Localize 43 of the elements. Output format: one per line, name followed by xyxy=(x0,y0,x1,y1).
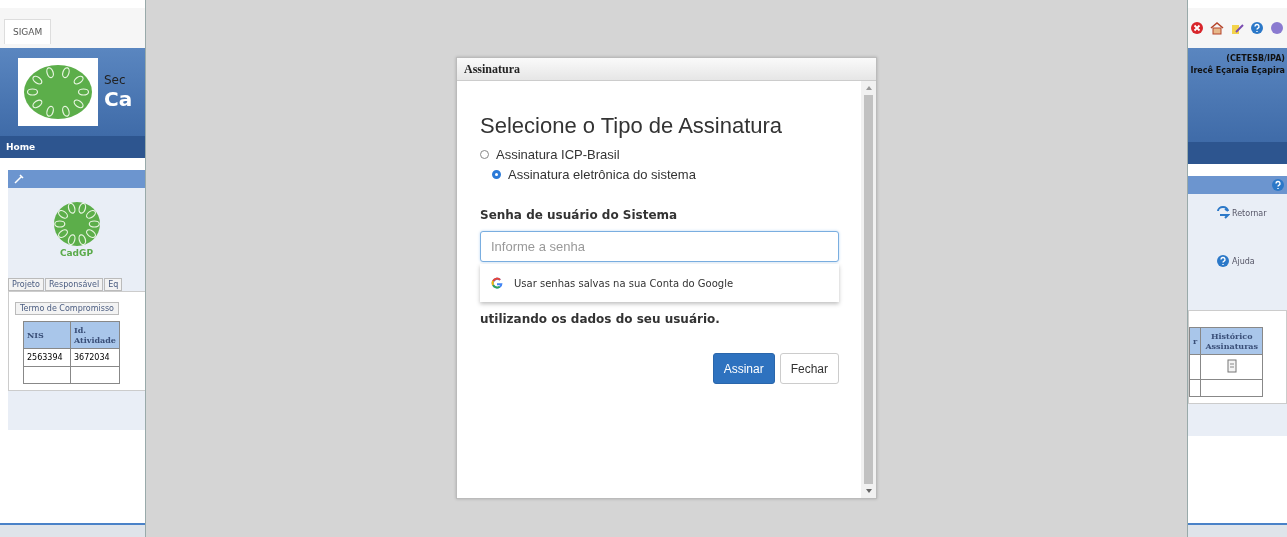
dialog-heading: Selecione o Tipo de Assinatura xyxy=(480,113,784,139)
tab[interactable]: Projeto xyxy=(8,278,44,291)
house-icon[interactable] xyxy=(1210,21,1224,35)
app-tab[interactable]: SIGAM xyxy=(4,19,52,44)
circle-icon[interactable] xyxy=(1270,21,1284,35)
organization-text: (CETESB/IPA) xyxy=(1226,54,1285,63)
scroll-up-icon xyxy=(864,85,873,91)
column-header: NIS xyxy=(23,321,71,349)
header-text: Sec xyxy=(104,73,127,87)
header-title: Ca xyxy=(104,87,133,111)
logo-caption: CadGP xyxy=(59,248,94,258)
action-link[interactable]: Ajuda xyxy=(1216,254,1255,268)
scroll-down-icon xyxy=(864,488,873,494)
dialog-title: Assinatura xyxy=(464,61,520,77)
user-name: Irecê Eçaraia Eçapira xyxy=(1190,66,1285,75)
close-button[interactable]: Fechar xyxy=(779,353,839,384)
tab[interactable]: Termo de Compromisso xyxy=(15,302,119,315)
radio-option[interactable]: Assinatura ICP-Brasil xyxy=(480,147,839,162)
google-icon xyxy=(490,276,504,290)
column-header: r xyxy=(1189,327,1201,355)
column-header: Id. Atividade xyxy=(70,321,120,349)
pencil-icon[interactable] xyxy=(1230,21,1244,35)
help-icon xyxy=(1216,254,1230,268)
field-label: Senha de usuário do Sistema xyxy=(480,208,679,222)
scrollbar-thumb[interactable] xyxy=(864,95,873,484)
scrollbar[interactable] xyxy=(861,81,876,498)
help-icon[interactable] xyxy=(1250,21,1264,35)
radio-option[interactable]: Assinatura eletrônica do sistema xyxy=(480,167,839,182)
tab[interactable]: Responsável xyxy=(44,278,104,291)
password-field[interactable]: Informe a senha xyxy=(480,231,839,262)
close-icon[interactable] xyxy=(1190,21,1204,35)
column-header: Histórico Assinaturas xyxy=(1200,327,1263,355)
help-icon xyxy=(1271,178,1285,192)
sign-button[interactable]: Assinar xyxy=(712,353,775,384)
radio-button[interactable] xyxy=(492,170,501,179)
autofill-suggestion[interactable]: Usar senhas salvas na sua Conta do Google xyxy=(480,264,839,302)
document-icon xyxy=(1225,359,1238,373)
nav-link[interactable]: Home xyxy=(6,142,36,152)
action-link[interactable]: Retornar xyxy=(1216,206,1267,220)
instruction-text: utilizando os dados do seu usuário. xyxy=(480,312,721,326)
curved-arrow-icon xyxy=(1216,206,1230,220)
tab[interactable]: Eq xyxy=(104,278,123,291)
wrench-icon xyxy=(14,174,24,184)
